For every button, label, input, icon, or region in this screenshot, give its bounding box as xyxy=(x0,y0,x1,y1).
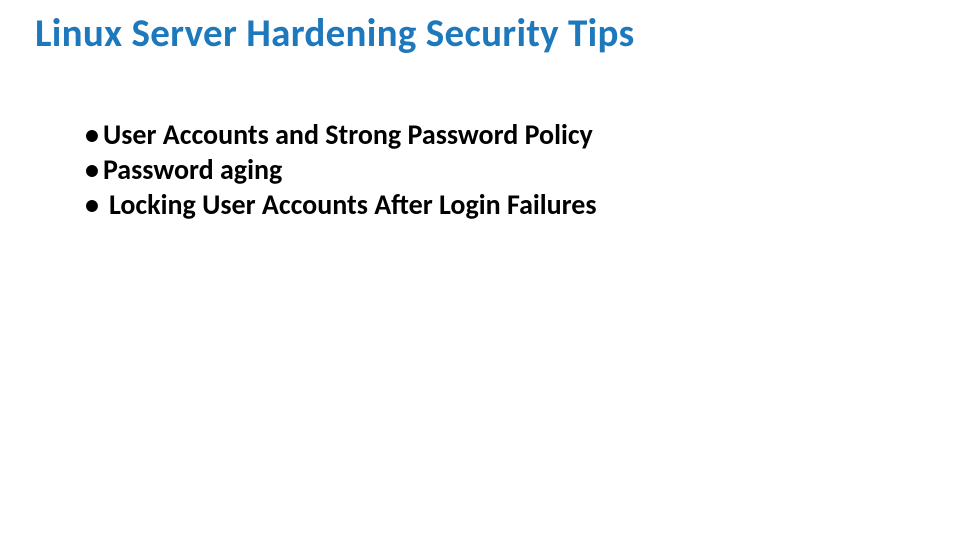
bullet-marker-icon: • xyxy=(85,187,99,222)
bullet-item: • Password aging xyxy=(85,152,925,187)
slide-container: Linux Server Hardening Security Tips • U… xyxy=(0,0,960,540)
bullet-item: • User Accounts and Strong Password Poli… xyxy=(85,117,925,152)
bullet-list: • User Accounts and Strong Password Poli… xyxy=(35,117,925,222)
bullet-text: User Accounts and Strong Password Policy xyxy=(103,117,593,152)
bullet-item: • Locking User Accounts After Login Fail… xyxy=(85,187,925,222)
bullet-text: Password aging xyxy=(103,152,282,187)
bullet-text: Locking User Accounts After Login Failur… xyxy=(109,187,597,222)
bullet-marker-icon: • xyxy=(85,152,99,187)
bullet-marker-icon: • xyxy=(85,117,99,152)
slide-title: Linux Server Hardening Security Tips xyxy=(35,10,925,57)
